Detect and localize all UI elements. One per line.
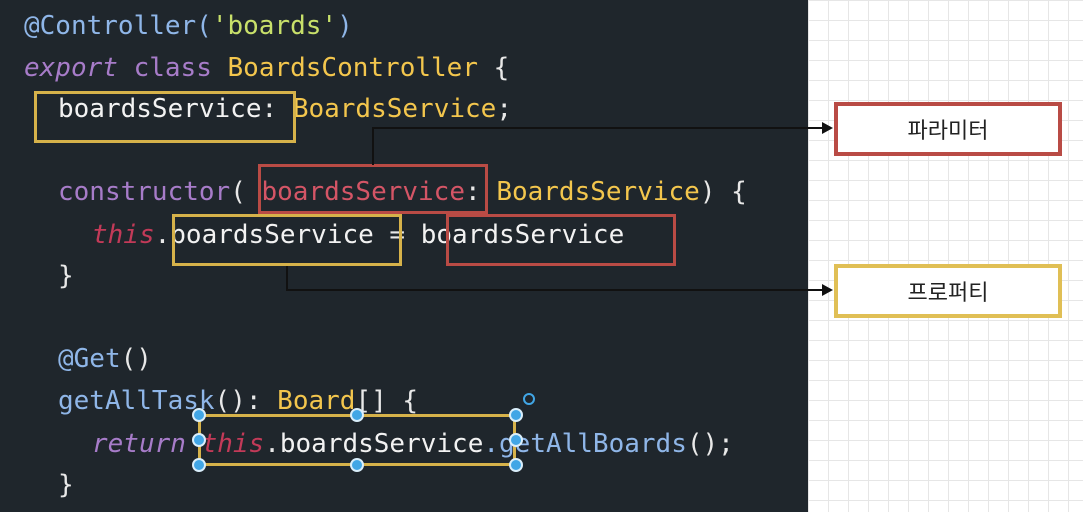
parameter-label-box[interactable]: 파라미터 xyxy=(834,102,1062,156)
property-assign-target: boardsService xyxy=(170,220,374,250)
method-open-brace: { xyxy=(402,386,419,416)
property-connector-vertical xyxy=(286,266,288,290)
param-colon: : xyxy=(465,177,481,207)
constructor-keyword: constructor xyxy=(58,177,231,207)
constructor-open-brace: { xyxy=(731,177,747,207)
constructor-open-paren: ( xyxy=(230,177,246,207)
class-name: BoardsController xyxy=(227,53,478,83)
field-semicolon: ; xyxy=(496,94,512,124)
controller-route-string: 'boards' xyxy=(211,11,338,41)
parameter-connector-horizontal xyxy=(372,127,820,129)
rotate-handle-icon[interactable] xyxy=(523,393,535,405)
property-arrowhead-icon xyxy=(822,284,833,296)
resize-handle-middle-right[interactable] xyxy=(509,433,523,447)
resize-handle-top-right[interactable] xyxy=(509,408,523,422)
parameter-connector-vertical xyxy=(372,127,374,165)
property-label-box[interactable]: 프로퍼티 xyxy=(834,264,1062,318)
get-decorator-parens: () xyxy=(120,344,152,374)
code-line-5: this.boardsService = boardsService xyxy=(92,217,624,253)
field-colon: : xyxy=(261,94,278,124)
resize-handle-bottom-right[interactable] xyxy=(509,458,523,472)
this-keyword-return: this xyxy=(201,429,265,459)
controller-decorator: @Controller( xyxy=(24,11,212,41)
member-dot: . xyxy=(154,220,171,250)
resize-handle-middle-left[interactable] xyxy=(192,433,206,447)
code-editor: @Controller('boards') export class Board… xyxy=(0,0,820,512)
diagram-canvas xyxy=(808,0,1083,512)
parameter-arrowhead-icon xyxy=(822,122,833,134)
member-dot-return: . xyxy=(264,429,280,459)
resize-handle-bottom-left[interactable] xyxy=(192,458,206,472)
resize-handle-bottom-middle[interactable] xyxy=(350,458,364,472)
code-line-2: export class BoardsController { xyxy=(24,50,509,86)
constructor-close-brace: } xyxy=(58,261,74,291)
return-type: Board xyxy=(277,386,356,416)
code-line-7: @Get() xyxy=(58,341,152,377)
code-line-9: return this.boardsService.getAllBoards()… xyxy=(92,426,734,462)
controller-decorator-close: ) xyxy=(337,11,353,41)
method-name: getAllTask xyxy=(58,386,215,416)
resize-handle-top-left[interactable] xyxy=(192,408,206,422)
get-decorator: @Get xyxy=(58,344,121,374)
method-parens: (): xyxy=(214,386,262,416)
constructor-close-paren: ) xyxy=(699,177,716,207)
code-line-8: getAllTask(): Board[] { xyxy=(58,383,418,419)
this-keyword: this xyxy=(92,220,155,250)
code-line-1: @Controller('boards') xyxy=(24,8,353,44)
constructor-param-name: boardsService xyxy=(261,177,466,207)
class-keyword: class xyxy=(133,53,212,83)
call-end: (); xyxy=(686,429,734,459)
class-open-brace: { xyxy=(493,53,510,83)
property-connector-horizontal xyxy=(286,289,820,291)
assign-operator: = xyxy=(373,220,421,250)
property-access: boardsService xyxy=(279,429,484,459)
param-type: BoardsService xyxy=(496,177,700,207)
assign-value: boardsService xyxy=(420,220,625,250)
parameter-label: 파라미터 xyxy=(907,119,989,144)
field-name: boardsService xyxy=(58,94,262,124)
return-keyword: return xyxy=(92,429,186,459)
code-line-4: constructor( boardsService: BoardsServic… xyxy=(58,174,747,210)
export-keyword: export xyxy=(24,53,118,83)
property-label: 프로퍼티 xyxy=(907,281,989,306)
resize-handle-top-middle[interactable] xyxy=(350,408,364,422)
code-line-6: } xyxy=(58,258,74,294)
code-line-3: boardsService: BoardsService; xyxy=(58,91,512,127)
method-close-brace: } xyxy=(58,470,74,500)
field-type: BoardsService xyxy=(292,94,497,124)
code-line-10: } xyxy=(58,467,74,503)
